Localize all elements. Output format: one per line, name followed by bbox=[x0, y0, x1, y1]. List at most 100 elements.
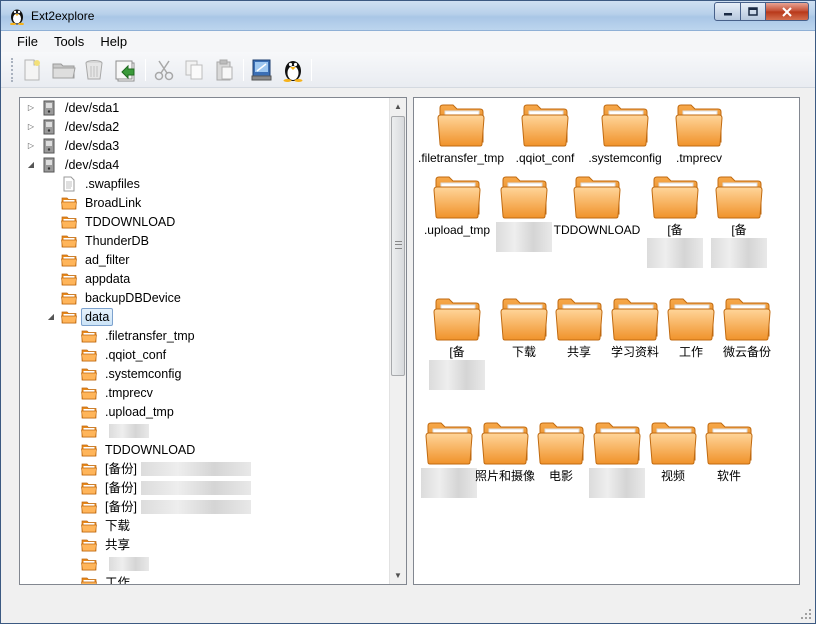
folder-item[interactable]: .tmprecv bbox=[664, 102, 734, 166]
expand-arrow-icon[interactable]: ▷ bbox=[26, 141, 36, 151]
folder-icon bbox=[667, 298, 715, 341]
tree-item-label: ad_filter bbox=[85, 252, 130, 267]
tree-item[interactable]: .systemconfig bbox=[66, 364, 185, 383]
expand-arrow-icon[interactable]: ▷ bbox=[26, 122, 36, 132]
tree-item-icon bbox=[80, 537, 97, 553]
tree-item[interactable]: appdata bbox=[46, 269, 134, 288]
folder-icon bbox=[649, 422, 697, 465]
tree-item[interactable]: ▷ /dev/sda1 bbox=[26, 98, 123, 117]
tree-item[interactable]: [备份] bbox=[66, 459, 251, 478]
redacted-text bbox=[711, 238, 767, 268]
tree-item[interactable]: 下载 bbox=[66, 516, 134, 535]
tree-item[interactable]: ▷ /dev/sda2 bbox=[26, 117, 123, 136]
folder-icon bbox=[60, 311, 77, 323]
tree-item-label: .tmprecv bbox=[105, 385, 153, 400]
resize-grip-icon[interactable] bbox=[800, 608, 812, 620]
tree-item[interactable]: TDDOWNLOAD bbox=[66, 440, 199, 459]
thumb-grip bbox=[395, 241, 402, 249]
tree-item[interactable]: .filetransfer_tmp bbox=[66, 326, 199, 345]
folder-item[interactable]: .upload_tmp bbox=[422, 174, 492, 238]
expand-arrow-icon[interactable]: ▷ bbox=[26, 103, 36, 113]
menu-file[interactable]: File bbox=[9, 31, 46, 52]
folder-item-label: [备 bbox=[731, 223, 747, 237]
tree-item-icon bbox=[80, 461, 97, 477]
tree-item-icon bbox=[60, 195, 77, 211]
folder-item[interactable]: .filetransfer_tmp bbox=[418, 102, 504, 166]
open-folder-button[interactable] bbox=[51, 58, 77, 82]
tree-item-label: ThunderDB bbox=[85, 233, 149, 248]
collapse-arrow-icon[interactable]: ◢ bbox=[46, 312, 56, 322]
tree-item-icon bbox=[60, 290, 77, 306]
folder-item[interactable]: [备 bbox=[704, 174, 774, 268]
tree-item[interactable]: ◢ /dev/sda4 bbox=[26, 155, 123, 174]
tree-item[interactable]: ThunderDB bbox=[46, 231, 153, 250]
tree-item[interactable]: .swapfiles bbox=[46, 174, 144, 193]
folder-item[interactable]: 软件 bbox=[694, 420, 764, 484]
tree-item[interactable] bbox=[66, 554, 149, 573]
tree-item[interactable]: TDDOWNLOAD bbox=[46, 212, 179, 231]
cut-button[interactable] bbox=[151, 58, 177, 82]
tree-item[interactable]: 共享 bbox=[66, 535, 134, 554]
new-file-button[interactable] bbox=[19, 58, 45, 82]
minimize-button[interactable] bbox=[714, 2, 741, 21]
toolbar-separator bbox=[145, 59, 146, 81]
tree-item[interactable]: 工作 bbox=[66, 573, 134, 584]
close-button[interactable] bbox=[765, 2, 809, 21]
folder-icon bbox=[60, 235, 77, 247]
tree-item[interactable]: ▷ /dev/sda3 bbox=[26, 136, 123, 155]
redacted-text bbox=[647, 238, 703, 268]
tree-item[interactable]: backupDBDevice bbox=[46, 288, 185, 307]
folder-item[interactable]: .systemconfig bbox=[588, 102, 662, 166]
tree-item[interactable]: .upload_tmp bbox=[66, 402, 178, 421]
tree-item[interactable]: .tmprecv bbox=[66, 383, 157, 402]
tree-item[interactable]: [备份] bbox=[66, 497, 251, 516]
disk-tool-button[interactable] bbox=[249, 58, 275, 82]
folder-tree[interactable]: ▷ /dev/sda1 ▷ /dev/sda2 ▷ /dev/sda3 ◢ /dev/sda4… bbox=[19, 97, 407, 585]
menu-tools[interactable]: Tools bbox=[46, 31, 92, 52]
drive-icon bbox=[43, 138, 54, 153]
folder-item[interactable]: 微云备份 bbox=[712, 296, 782, 360]
folder-icon bbox=[80, 539, 97, 551]
collapse-arrow-icon[interactable]: ◢ bbox=[26, 160, 36, 170]
toolbar-separator bbox=[311, 59, 312, 81]
tree-item-icon bbox=[60, 271, 77, 287]
folder-icon bbox=[80, 425, 97, 437]
tree-item[interactable]: [备份] bbox=[66, 478, 251, 497]
panel-splitter[interactable] bbox=[391, 97, 395, 585]
tree-item[interactable] bbox=[66, 421, 149, 440]
tree-item[interactable]: ad_filter bbox=[46, 250, 133, 269]
drive-icon bbox=[43, 157, 54, 172]
copy-button[interactable] bbox=[181, 58, 207, 82]
tree-item-label: .swapfiles bbox=[85, 176, 140, 191]
tree-item-icon bbox=[80, 442, 97, 458]
folder-item[interactable] bbox=[489, 174, 559, 252]
tree-item[interactable]: BroadLink bbox=[46, 193, 145, 212]
folder-contents-view[interactable]: .filetransfer_tmp .qqiot_conf .systemconfi… bbox=[413, 97, 800, 585]
menu-help[interactable]: Help bbox=[92, 31, 135, 52]
folder-item[interactable]: TDDOWNLOAD bbox=[554, 174, 640, 238]
drive-icon bbox=[43, 119, 54, 134]
linux-button[interactable] bbox=[280, 58, 306, 82]
save-export-icon bbox=[115, 60, 135, 82]
delete-button[interactable] bbox=[81, 58, 107, 82]
export-button[interactable] bbox=[113, 58, 139, 82]
redacted-text bbox=[109, 556, 149, 571]
maximize-button[interactable] bbox=[740, 2, 766, 21]
folder-icon bbox=[80, 349, 97, 361]
tree-item-label: /dev/sda1 bbox=[65, 100, 120, 115]
tree-item[interactable]: ◢ data bbox=[46, 307, 114, 326]
tree-item-label: .upload_tmp bbox=[105, 404, 174, 419]
tree-item[interactable]: .qqiot_conf bbox=[66, 345, 170, 364]
title-bar[interactable]: Ext2explore bbox=[1, 1, 815, 31]
toolbar-grip[interactable] bbox=[11, 58, 14, 82]
folder-icon bbox=[651, 176, 699, 219]
folder-item[interactable]: .qqiot_conf bbox=[510, 102, 580, 166]
folder-icon bbox=[573, 176, 621, 219]
paste-button[interactable] bbox=[211, 58, 237, 82]
folder-item[interactable]: [备 bbox=[422, 296, 492, 390]
folder-item[interactable]: [备 bbox=[640, 174, 710, 268]
tree-item-icon bbox=[80, 385, 97, 401]
